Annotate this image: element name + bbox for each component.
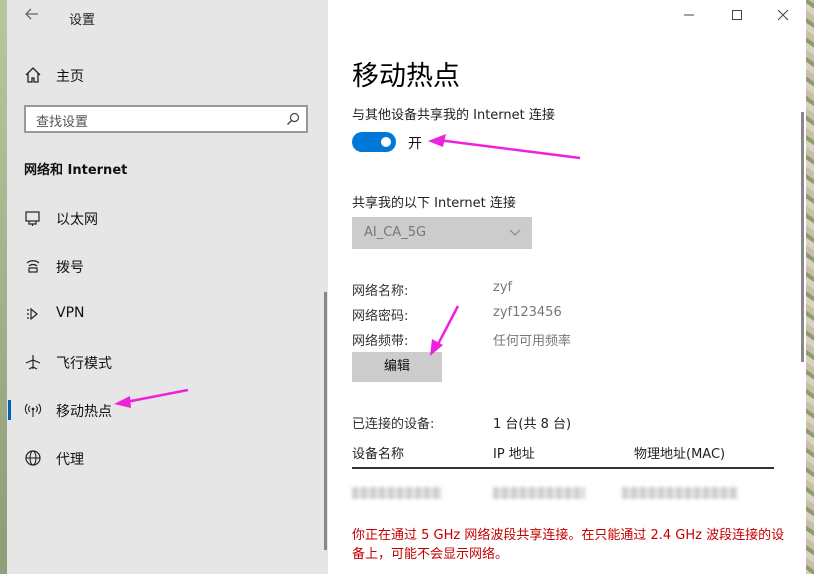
band-warning-text: 你正在通过 5 GHz 网络波段共享连接。在只能通过 2.4 GHz 波段连接的… [352, 528, 785, 562]
close-icon[interactable] [773, 8, 793, 28]
connected-devices-value: 1 台(共 8 台) [493, 417, 572, 432]
network-name-value: zyf [493, 280, 513, 295]
chevron-down-icon [508, 224, 522, 238]
minimize-icon[interactable] [679, 8, 699, 28]
share-from-label: 共享我的以下 Internet 连接 [352, 196, 516, 211]
network-password-label: 网络密码: [352, 309, 409, 324]
blurred-ip [493, 487, 585, 499]
sidebar-item-label: VPN [56, 305, 85, 321]
maximize-icon[interactable] [727, 8, 747, 28]
sidebar-item-label: 以太网 [56, 212, 98, 228]
network-password-value: zyf123456 [493, 305, 562, 320]
airplane-icon [24, 353, 42, 371]
column-header-ip: IP 地址 [493, 447, 535, 462]
home-icon [24, 66, 42, 84]
sidebar-item-home[interactable]: 主页 [7, 58, 328, 92]
sidebar-item-label: 主页 [56, 69, 84, 85]
back-arrow-icon[interactable] [21, 6, 43, 28]
sidebar-item-label: 代理 [56, 452, 84, 468]
search-placeholder: 查找设置 [36, 115, 89, 130]
column-header-mac: 物理地址(MAC) [634, 447, 726, 462]
hotspot-toggle[interactable] [352, 132, 396, 152]
network-band-label: 网络频带: [352, 334, 409, 349]
app-title: 设置 [69, 13, 96, 28]
hotspot-icon [24, 401, 42, 419]
blurred-mac [622, 487, 738, 499]
sidebar-item-vpn[interactable]: VPN [7, 296, 328, 332]
main-scrollbar[interactable] [801, 112, 804, 362]
sidebar-item-dialup[interactable]: 拨号 [7, 248, 328, 284]
sidebar-item-ethernet[interactable]: 以太网 [7, 200, 328, 236]
proxy-icon [24, 449, 42, 467]
page-title: 移动热点 [352, 61, 460, 92]
dropdown-value: AI_CA_5G [364, 225, 427, 240]
titlebar: 设置 [7, 0, 328, 36]
blurred-device-name [352, 487, 442, 499]
sidebar-item-airplane[interactable]: 飞行模式 [7, 344, 328, 380]
dialup-icon [24, 257, 42, 275]
sidebar-item-label: 飞行模式 [56, 356, 112, 372]
share-connection-label: 与其他设备共享我的 Internet 连接 [352, 108, 555, 123]
vpn-icon [24, 305, 42, 323]
share-from-dropdown[interactable]: AI_CA_5G [352, 217, 532, 249]
connected-devices-label: 已连接的设备: [352, 417, 435, 432]
sidebar: 设置 主页 查找设置 网络和 Internet 以太网 拨号 VPN 飞行模式 … [7, 0, 328, 574]
network-name-label: 网络名称: [352, 284, 409, 299]
network-band-value: 任何可用频率 [493, 334, 572, 349]
table-divider [352, 467, 774, 469]
toggle-state-label: 开 [408, 136, 422, 152]
edit-button[interactable]: 编辑 [352, 352, 442, 382]
settings-window: 设置 主页 查找设置 网络和 Internet 以太网 拨号 VPN 飞行模式 … [7, 0, 806, 574]
ethernet-icon [24, 209, 42, 227]
sidebar-item-proxy[interactable]: 代理 [7, 440, 328, 476]
selection-indicator [8, 400, 11, 420]
main-pane: 移动热点 与其他设备共享我的 Internet 连接 开 共享我的以下 Inte… [328, 0, 806, 574]
column-header-device-name: 设备名称 [352, 447, 405, 462]
search-input[interactable]: 查找设置 [24, 105, 308, 133]
sidebar-item-label: 移动热点 [56, 404, 112, 420]
sidebar-item-label: 拨号 [56, 260, 84, 276]
section-title: 网络和 Internet [24, 163, 128, 178]
sidebar-item-hotspot[interactable]: 移动热点 [7, 392, 328, 428]
toggle-knob [381, 137, 391, 147]
sidebar-scrollbar[interactable] [324, 292, 327, 550]
search-icon[interactable] [286, 111, 300, 125]
